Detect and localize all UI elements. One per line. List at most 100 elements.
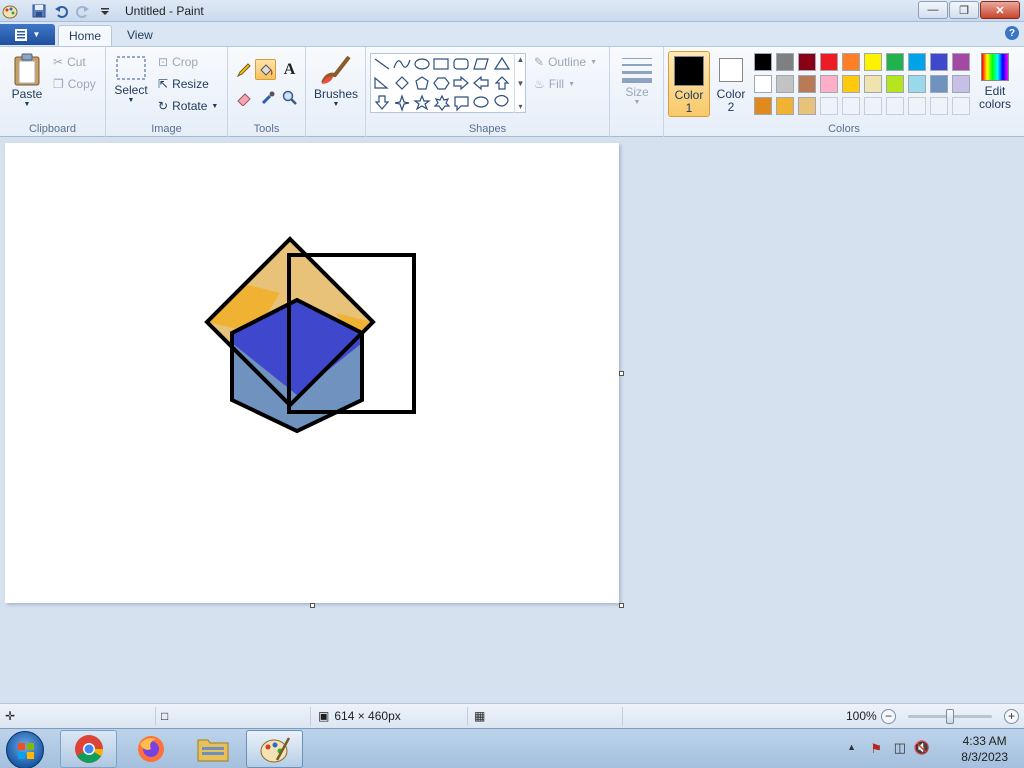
maximize-button[interactable]: ❐ xyxy=(949,1,979,19)
clock-date: 8/3/2023 xyxy=(961,750,1008,764)
windows-logo-icon xyxy=(18,743,34,759)
status-bar: ✛ □ ▣ 614 × 460px ▦ 100% − + xyxy=(0,703,1024,728)
network-icon[interactable]: ◫ xyxy=(894,740,906,756)
eraser-icon[interactable] xyxy=(233,87,254,108)
resize-button[interactable]: ⇱ Resize xyxy=(158,77,209,91)
magnifier-icon[interactable] xyxy=(279,87,300,108)
tab-home[interactable]: Home xyxy=(58,25,113,46)
tools-group: A Tools xyxy=(228,47,306,138)
action-center-icon[interactable]: ⚑ xyxy=(870,741,882,757)
palette-custom-slot[interactable] xyxy=(886,97,904,115)
edit-colors-button[interactable]: Edit colors xyxy=(975,53,1015,111)
palette-color-swatch[interactable] xyxy=(886,75,904,93)
palette-color-swatch[interactable] xyxy=(952,53,970,71)
pencil-icon[interactable] xyxy=(233,59,254,80)
select-button[interactable]: Select ▼ xyxy=(114,55,148,104)
outline-button[interactable]: ✎ Outline ▼ xyxy=(534,55,597,69)
cut-button[interactable]: ✂ Cut xyxy=(53,55,86,69)
palette-custom-slot[interactable] xyxy=(864,97,882,115)
palette-color-swatch[interactable] xyxy=(908,75,926,93)
color1-button[interactable]: Color 1 xyxy=(668,51,710,117)
paint-menu-button[interactable]: ▼ xyxy=(0,24,55,45)
tab-view[interactable]: View xyxy=(117,25,163,46)
scroll-down-icon[interactable]: ▼ xyxy=(517,79,525,88)
palette-color-swatch[interactable] xyxy=(754,97,772,115)
palette-color-swatch[interactable] xyxy=(864,53,882,71)
palette-color-swatch[interactable] xyxy=(842,53,860,71)
palette-color-swatch[interactable] xyxy=(776,53,794,71)
palette-color-swatch[interactable] xyxy=(776,75,794,93)
palette-color-swatch[interactable] xyxy=(842,75,860,93)
shapes-scrollbar[interactable]: ▲ ▼ ▾ xyxy=(514,53,526,113)
curve-shape-icon xyxy=(393,59,411,69)
palette-color-swatch[interactable] xyxy=(754,75,772,93)
volume-muted-icon[interactable]: 🔇 xyxy=(914,740,930,756)
close-button[interactable]: ✕ xyxy=(980,1,1020,19)
text-tool-icon[interactable]: A xyxy=(279,59,300,80)
help-icon[interactable]: ? xyxy=(1005,26,1019,40)
palette-color-swatch[interactable] xyxy=(820,75,838,93)
palette-color-swatch[interactable] xyxy=(820,53,838,71)
resize-handle-right[interactable] xyxy=(619,371,624,376)
copy-button[interactable]: ❐ Copy xyxy=(53,77,96,91)
zoom-out-button[interactable]: − xyxy=(881,709,896,724)
redo-icon[interactable] xyxy=(74,2,92,20)
taskbar-chrome[interactable] xyxy=(60,730,117,768)
chevron-down-icon: ▼ xyxy=(568,80,576,88)
palette-custom-slot[interactable] xyxy=(908,97,926,115)
minimize-button[interactable]: — xyxy=(918,1,948,19)
fill-button[interactable]: ♨ Fill ▼ xyxy=(534,77,575,91)
chevron-down-icon: ▼ xyxy=(211,102,219,110)
palette-color-swatch[interactable] xyxy=(798,97,816,115)
fill-bucket-icon[interactable] xyxy=(255,59,276,80)
expand-gallery-icon[interactable]: ▾ xyxy=(518,102,522,111)
line-size-icon xyxy=(622,58,652,83)
start-button[interactable] xyxy=(6,731,44,768)
customize-qat-icon[interactable] xyxy=(96,2,114,20)
palette-color-swatch[interactable] xyxy=(798,53,816,71)
color-palette xyxy=(754,53,974,119)
taskbar-paint[interactable] xyxy=(246,730,303,768)
palette-color-swatch[interactable] xyxy=(930,75,948,93)
brushes-button[interactable]: Brushes ▼ xyxy=(314,53,358,108)
scroll-up-icon[interactable]: ▲ xyxy=(517,55,525,64)
palette-custom-slot[interactable] xyxy=(952,97,970,115)
paint-app-icon[interactable] xyxy=(2,3,18,19)
palette-color-swatch[interactable] xyxy=(952,75,970,93)
drawing-canvas[interactable] xyxy=(5,143,619,603)
clock[interactable]: 4:33 AM 8/3/2023 xyxy=(961,733,1008,765)
fill-icon: ♨ xyxy=(534,77,545,91)
line-shape-icon xyxy=(374,58,390,70)
undo-icon[interactable] xyxy=(52,2,70,20)
palette-custom-slot[interactable] xyxy=(842,97,860,115)
resize-handle-bottom[interactable] xyxy=(310,603,315,608)
resize-handle-corner[interactable] xyxy=(619,603,624,608)
color2-button[interactable]: Color 2 xyxy=(710,51,752,117)
cut-label: Cut xyxy=(67,55,86,69)
rotate-button[interactable]: ↻ Rotate ▼ xyxy=(158,99,218,113)
save-icon[interactable] xyxy=(30,2,48,20)
size-button[interactable]: Size ▼ xyxy=(618,55,656,106)
color-picker-icon[interactable] xyxy=(257,87,278,108)
paste-button[interactable]: Paste ▼ xyxy=(8,53,46,108)
zoom-in-button[interactable]: + xyxy=(1004,709,1019,724)
taskbar-file-explorer[interactable] xyxy=(184,730,241,768)
taskbar-firefox[interactable] xyxy=(122,730,179,768)
status-separator xyxy=(467,707,468,726)
palette-color-swatch[interactable] xyxy=(908,53,926,71)
zoom-slider-thumb[interactable] xyxy=(946,709,954,724)
palette-color-swatch[interactable] xyxy=(776,97,794,115)
palette-color-swatch[interactable] xyxy=(864,75,882,93)
palette-color-swatch[interactable] xyxy=(754,53,772,71)
palette-color-swatch[interactable] xyxy=(798,75,816,93)
shapes-group-label: Shapes xyxy=(468,123,507,135)
palette-color-swatch[interactable] xyxy=(886,53,904,71)
crop-label: Crop xyxy=(172,55,199,69)
palette-color-swatch[interactable] xyxy=(930,53,948,71)
crop-button[interactable]: ⊡ Crop xyxy=(158,55,198,69)
palette-custom-slot[interactable] xyxy=(930,97,948,115)
show-hidden-icons[interactable]: ▲ xyxy=(847,742,856,752)
palette-custom-slot[interactable] xyxy=(820,97,838,115)
rotate-label: Rotate xyxy=(172,99,208,113)
canvas-size-text: 614 × 460px xyxy=(334,709,401,723)
